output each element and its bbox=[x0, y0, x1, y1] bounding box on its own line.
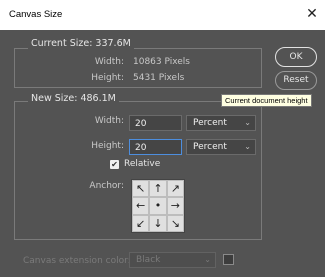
title-bar: Canvas Size ✕ bbox=[0, 0, 325, 30]
anchor-top-icon[interactable]: ↑ bbox=[149, 180, 167, 198]
canvas-size-dialog: Canvas Size ✕ Current Size: 337.6M Width… bbox=[0, 0, 325, 277]
chevron-down-icon: ⌄ bbox=[244, 118, 251, 127]
reset-button[interactable]: Reset bbox=[275, 71, 317, 90]
new-height-unit-select[interactable]: Percent ⌄ bbox=[186, 139, 256, 155]
current-size-legend: Current Size: 337.6M bbox=[28, 38, 134, 49]
current-height-label: Height: bbox=[91, 73, 124, 83]
chevron-down-icon: ⌄ bbox=[244, 142, 251, 151]
height-tooltip: Current document height bbox=[221, 94, 312, 107]
current-height-value: 5431 Pixels bbox=[133, 73, 185, 83]
extension-color-select[interactable]: Black ⌄ bbox=[129, 252, 216, 268]
new-height-label: Height: bbox=[91, 141, 124, 151]
anchor-grid: ↖ ↑ ↗ ← • → ↙ ↓ ↘ bbox=[131, 179, 185, 233]
relative-checkbox[interactable]: ✔ bbox=[110, 160, 119, 169]
new-size-legend: New Size: 486.1M bbox=[28, 93, 119, 104]
anchor-bottom-icon[interactable]: ↓ bbox=[149, 214, 167, 232]
current-width-value: 10863 Pixels bbox=[133, 57, 190, 67]
new-width-input[interactable]: 20 bbox=[129, 115, 182, 131]
anchor-left-icon[interactable]: ← bbox=[132, 197, 150, 215]
current-width-label: Width: bbox=[94, 57, 124, 67]
new-width-label: Width: bbox=[94, 116, 124, 126]
new-width-unit-value: Percent bbox=[193, 118, 227, 128]
anchor-top-right-icon[interactable]: ↗ bbox=[166, 180, 184, 198]
close-icon[interactable]: ✕ bbox=[303, 5, 321, 23]
anchor-top-left-icon[interactable]: ↖ bbox=[132, 180, 150, 198]
new-height-input[interactable]: 20 bbox=[129, 139, 182, 155]
extension-color-swatch[interactable] bbox=[223, 254, 234, 265]
chevron-down-icon: ⌄ bbox=[204, 255, 211, 264]
anchor-bottom-left-icon[interactable]: ↙ bbox=[132, 214, 150, 232]
ok-button[interactable]: OK bbox=[275, 47, 317, 67]
anchor-right-icon[interactable]: → bbox=[166, 197, 184, 215]
dialog-title: Canvas Size bbox=[9, 9, 63, 20]
anchor-center-icon[interactable]: • bbox=[149, 197, 167, 215]
anchor-label: Anchor: bbox=[89, 181, 124, 191]
new-height-unit-value: Percent bbox=[193, 142, 227, 152]
relative-label[interactable]: Relative bbox=[124, 159, 160, 169]
anchor-bottom-right-icon[interactable]: ↘ bbox=[166, 214, 184, 232]
extension-color-value: Black bbox=[136, 255, 161, 265]
new-width-unit-select[interactable]: Percent ⌄ bbox=[186, 115, 256, 131]
extension-color-label: Canvas extension color: bbox=[23, 256, 131, 266]
